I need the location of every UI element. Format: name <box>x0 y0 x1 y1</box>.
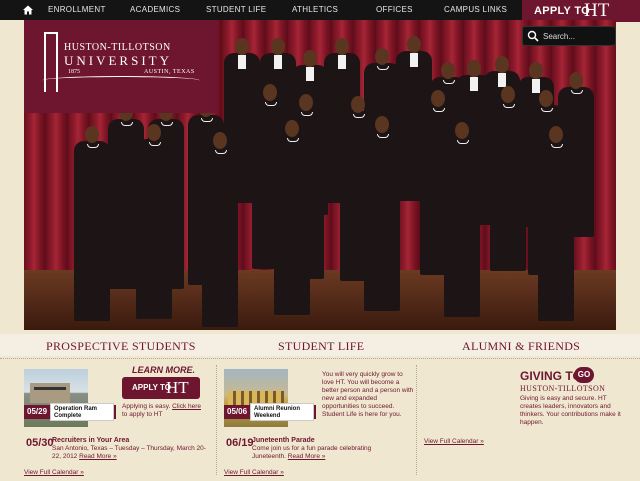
giving-subtitle: HUSTON-TILLOTSON <box>520 384 606 393</box>
sl-feature-date: 05/06 <box>227 407 248 416</box>
logo-location: AUSTIN, TEXAS <box>144 69 195 75</box>
prospective-column: 05/29 Operation Ram Complete LEARN MORE.… <box>0 359 215 481</box>
apply-small-ht: HT <box>166 378 189 397</box>
event-title[interactable]: Recruiters in Your Area <box>52 437 129 444</box>
section-prospective-students[interactable]: PROSPECTIVE STUDENTS <box>46 339 196 354</box>
apply-text: Applying is easy. Click here to apply to… <box>122 403 212 419</box>
click-here-link[interactable]: Click here <box>172 403 201 410</box>
giving-go-button[interactable]: GO <box>574 367 594 383</box>
logo-swoosh <box>42 76 200 85</box>
university-logo[interactable]: HUSTON-TILLOTSON UNIVERSITY 1875 AUSTIN,… <box>24 20 218 113</box>
logo-line2: UNIVERSITY <box>64 53 172 68</box>
read-more-link[interactable]: Read More » <box>79 453 117 460</box>
nav-academics[interactable]: ACADEMICS <box>130 0 180 20</box>
nav-enrollment[interactable]: ENROLLMENT <box>48 0 106 20</box>
nav-athletics[interactable]: ATHLETICS <box>292 0 338 20</box>
search-icon[interactable] <box>527 30 539 42</box>
apply-text-1: Applying is easy. <box>122 403 171 410</box>
view-calendar-link[interactable]: View Full Calendar » <box>24 469 84 477</box>
apply-label: APPLY TO <box>534 5 590 17</box>
section-titles: PROSPECTIVE STUDENTS STUDENT LIFE ALUMNI… <box>0 334 640 356</box>
search-input[interactable] <box>541 29 615 43</box>
apply-text-2: to apply to HT <box>122 411 163 418</box>
sl-feature-title[interactable]: Alumni Reunion Weekend <box>250 403 314 421</box>
sl-event-date: 06/19 <box>226 437 254 449</box>
nav-offices[interactable]: OFFICES <box>376 0 413 20</box>
giving-text: Giving is easy and secure. HT creates le… <box>520 395 621 426</box>
feature-date: 05/29 <box>27 407 48 416</box>
sl-view-calendar-link[interactable]: View Full Calendar » <box>224 469 284 477</box>
learn-more-apply[interactable]: LEARN MORE. APPLY TO HT <box>122 365 202 403</box>
student-life-blurb: You will very quickly grow to love HT. Y… <box>322 371 414 418</box>
student-life-column: 05/06 Alumni Reunion Weekend You will ve… <box>218 359 416 481</box>
apply-ht-label: HT <box>584 0 610 21</box>
hero-choir-photo: HUSTON-TILLOTSON UNIVERSITY 1875 AUSTIN,… <box>24 20 616 330</box>
learn-more-label: LEARN MORE. <box>132 365 195 375</box>
search-box <box>522 26 616 46</box>
alumni-view-calendar-link[interactable]: View Full Calendar » <box>424 438 484 446</box>
event-desc: San Antonio, Texas – Tuesday – Thursday,… <box>52 445 212 461</box>
logo-year: 1875 <box>68 69 80 75</box>
top-navigation: ENROLLMENT ACADEMICS STUDENT LIFE ATHLET… <box>0 0 640 22</box>
bottom-panel: 05/29 Operation Ram Complete LEARN MORE.… <box>0 358 640 481</box>
logo-line1: HUSTON-TILLOTSON <box>64 42 171 53</box>
giving-title: GIVING TO <box>520 369 582 383</box>
home-icon[interactable] <box>22 4 34 16</box>
nav-student-life[interactable]: STUDENT LIFE <box>206 0 266 20</box>
apply-to-ht-button[interactable]: APPLY TO HT <box>522 0 640 22</box>
feature-title[interactable]: Operation Ram Complete <box>50 403 114 421</box>
apply-to-ht-small-button[interactable]: APPLY TO HT <box>122 377 200 399</box>
event-date: 05/30 <box>26 437 54 449</box>
nav-campus-links[interactable]: CAMPUS LINKS <box>444 0 507 20</box>
sl-event-desc: Come join us for a fun parade celebratin… <box>252 445 402 461</box>
section-student-life[interactable]: STUDENT LIFE <box>278 339 364 354</box>
sl-event-title[interactable]: Juneteenth Parade <box>252 437 315 444</box>
section-alumni-friends[interactable]: ALUMNI & FRIENDS <box>462 339 580 354</box>
giving-block[interactable]: GIVING TO GO HUSTON-TILLOTSON Giving is … <box>520 363 630 473</box>
sl-read-more-link[interactable]: Read More » <box>288 453 326 460</box>
event-desc-text: San Antonio, Texas – Tuesday – Thursday,… <box>52 445 206 460</box>
